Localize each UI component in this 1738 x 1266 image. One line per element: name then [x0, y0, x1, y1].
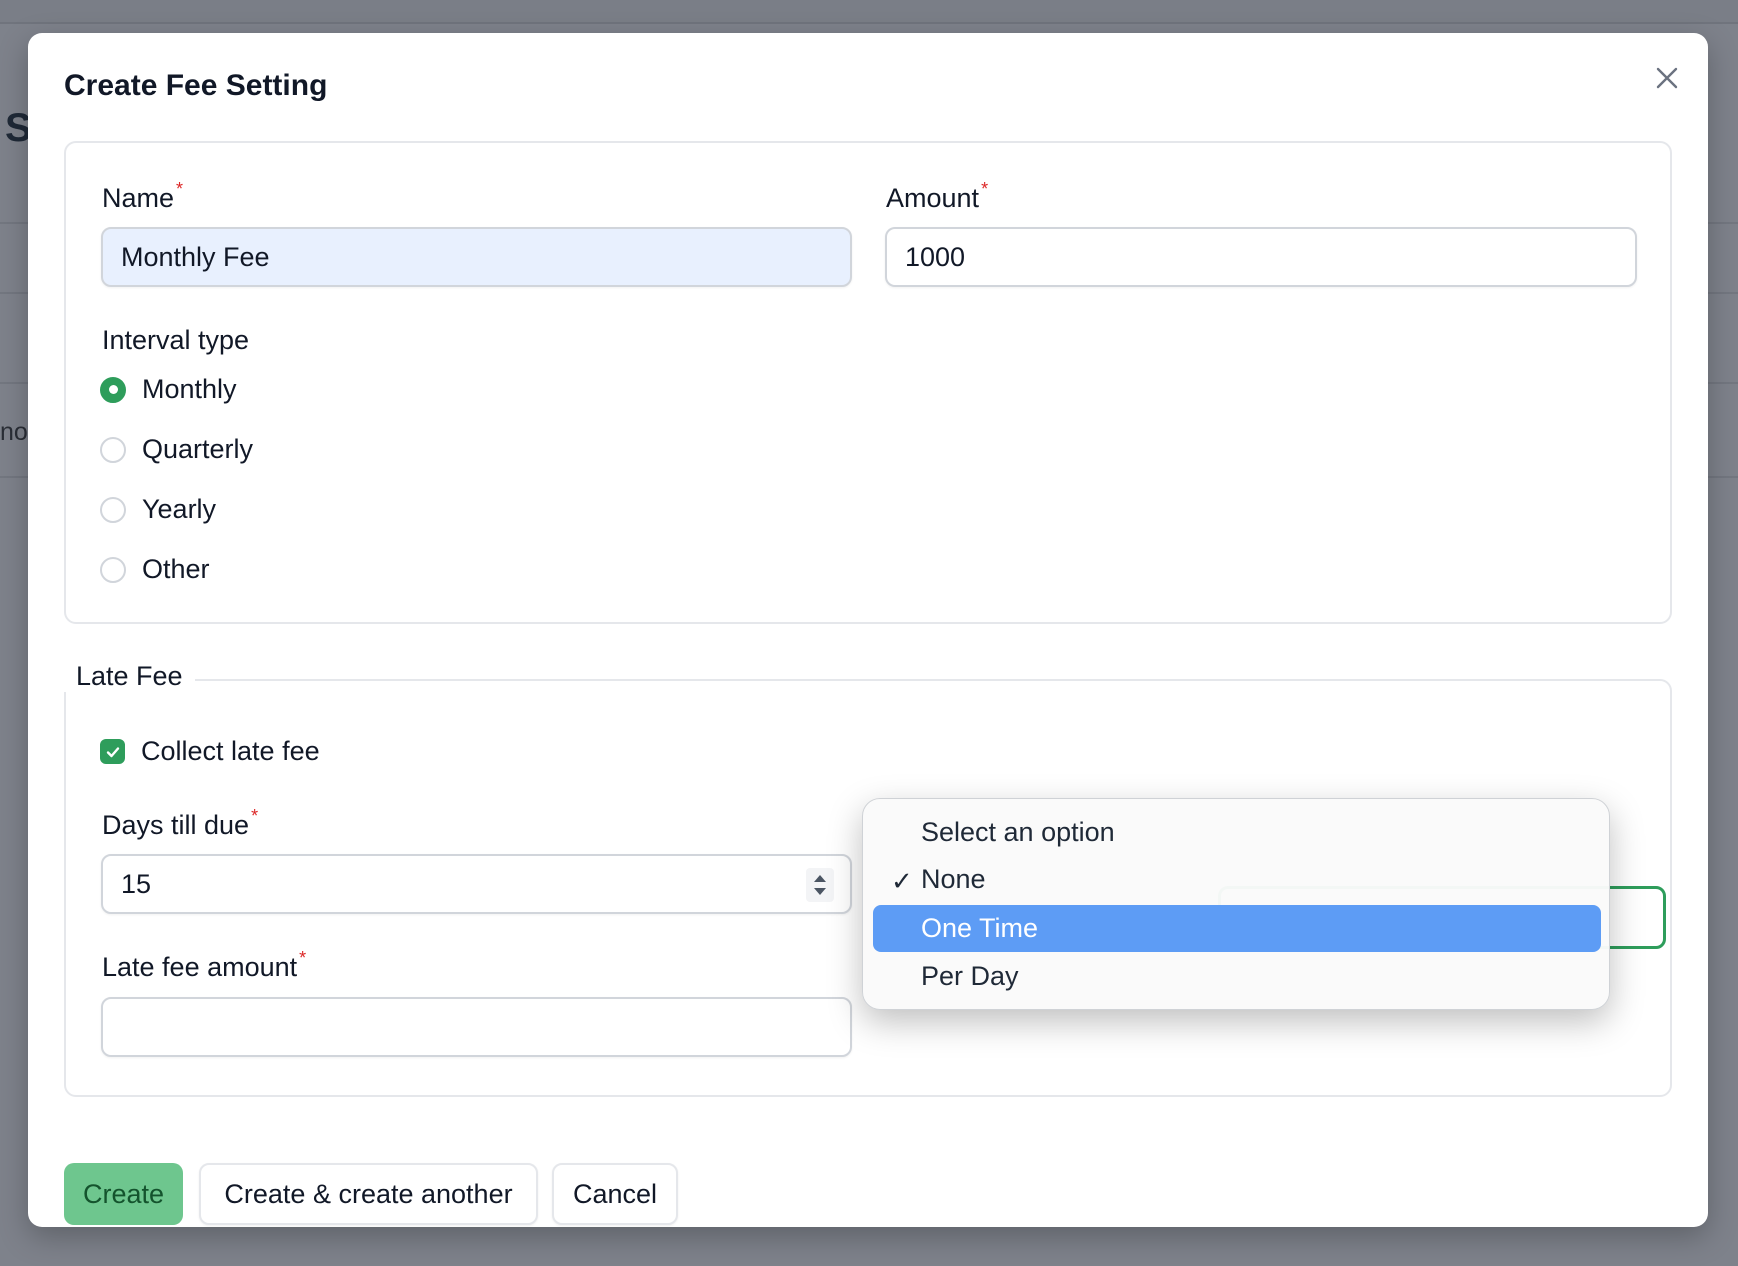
amount-label: Amount * [886, 179, 989, 213]
late-fee-type-dropdown: Select an option ✓ None One Time Per Day [862, 798, 1610, 1010]
name-label: Name * [102, 179, 184, 213]
name-input-value: Monthly Fee [121, 241, 270, 272]
modal-title: Create Fee Setting [64, 69, 328, 102]
radio-label: Quarterly [142, 434, 254, 464]
dropdown-option-one-time[interactable]: One Time [873, 905, 1601, 952]
radio-button-checked[interactable] [100, 376, 126, 403]
late-fee-legend: Late Fee [64, 661, 195, 692]
amount-input[interactable]: 1000 [885, 227, 1637, 287]
close-button[interactable] [1646, 57, 1688, 99]
collect-late-fee-label: Collect late fee [141, 736, 320, 766]
radio-monthly[interactable]: Monthly [100, 374, 237, 405]
chevron-down-icon[interactable] [813, 887, 827, 896]
number-stepper[interactable] [806, 868, 834, 902]
radio-other[interactable]: Other [100, 554, 210, 585]
fee-details-section [64, 141, 1672, 624]
days-till-due-label: Days till due * [102, 806, 259, 840]
radio-button[interactable] [100, 556, 126, 583]
late-fee-amount-label: Late fee amount * [102, 948, 307, 982]
amount-input-value: 1000 [905, 241, 966, 272]
cancel-button[interactable]: Cancel [552, 1163, 678, 1225]
late-fee-amount-input[interactable] [101, 997, 852, 1057]
radio-button[interactable] [100, 436, 126, 463]
required-mark: * [251, 806, 259, 826]
checkmark-icon: ✓ [891, 866, 913, 896]
create-button[interactable]: Create [64, 1163, 183, 1225]
days-till-due-value: 15 [121, 868, 152, 899]
days-till-due-input[interactable]: 15 [101, 854, 852, 914]
create-fee-setting-modal: Create Fee Setting Name * Monthly Fee Amo… [28, 33, 1708, 1227]
radio-label: Monthly [142, 374, 237, 404]
required-mark: * [299, 948, 307, 968]
required-mark: * [981, 179, 989, 199]
check-icon [106, 746, 119, 757]
background-topbar [0, 0, 1738, 24]
collect-late-fee-checkbox-row[interactable]: Collect late fee [100, 736, 320, 767]
required-mark: * [176, 179, 184, 199]
interval-type-label: Interval type [102, 325, 250, 355]
radio-label: Yearly [142, 494, 217, 524]
create-another-button[interactable]: Create & create another [199, 1163, 538, 1225]
radio-button[interactable] [100, 496, 126, 523]
radio-label: Other [142, 554, 210, 584]
radio-quarterly[interactable]: Quarterly [100, 434, 253, 465]
close-icon [1656, 67, 1678, 89]
radio-yearly[interactable]: Yearly [100, 494, 216, 525]
dropdown-option-per-day[interactable]: Per Day [873, 953, 1601, 1000]
dropdown-option-placeholder[interactable]: Select an option [873, 809, 1601, 856]
name-input[interactable]: Monthly Fee [101, 227, 852, 287]
chevron-up-icon[interactable] [813, 874, 827, 883]
collect-late-fee-checkbox[interactable] [100, 739, 125, 764]
dropdown-option-none[interactable]: ✓ None [873, 856, 1601, 903]
